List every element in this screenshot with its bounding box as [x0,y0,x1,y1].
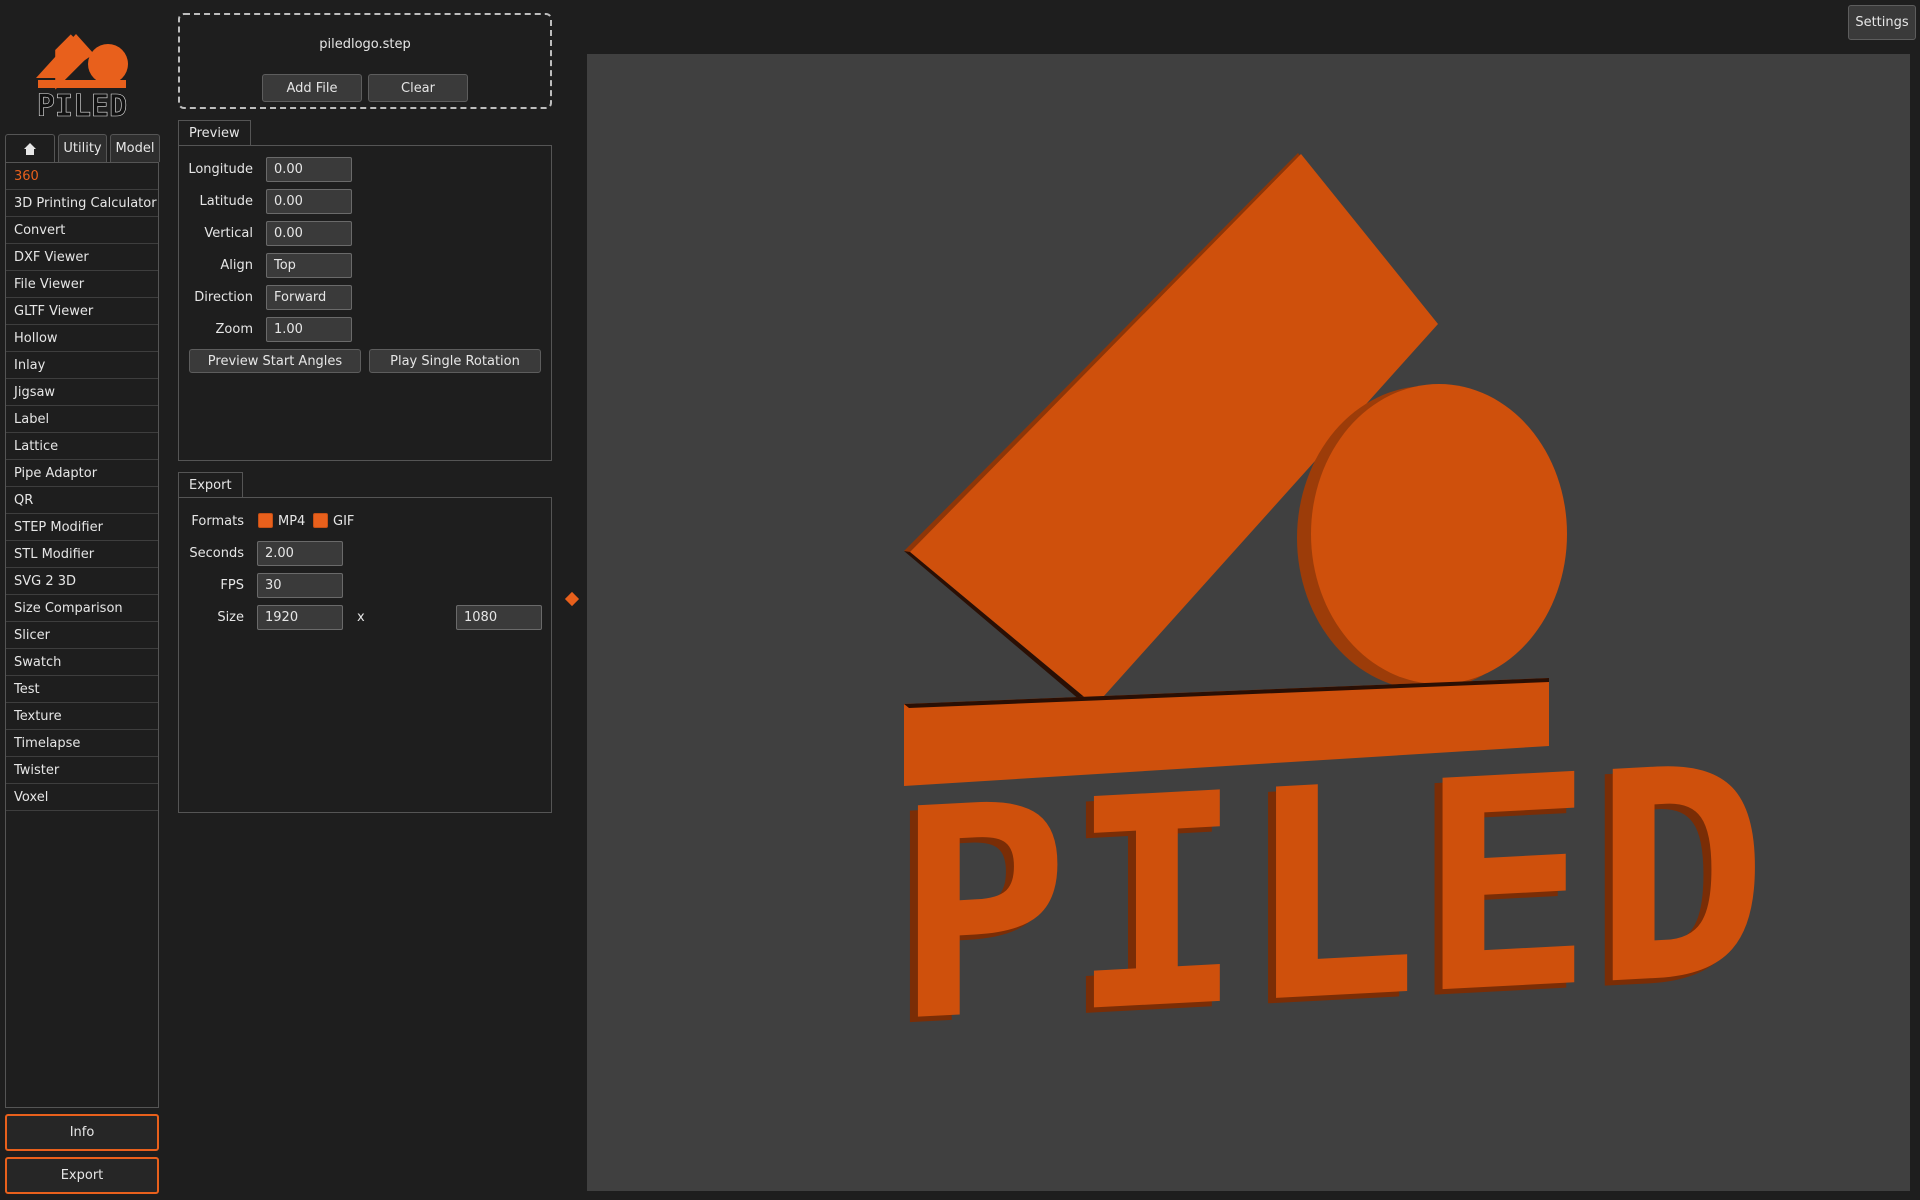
tool-item-gltf-viewer[interactable]: GLTF Viewer [6,298,158,325]
export-button[interactable]: Export [5,1157,159,1194]
tool-item-qr[interactable]: QR [6,487,158,514]
tool-item-slicer[interactable]: Slicer [6,622,158,649]
tool-item-360[interactable]: 360 [6,163,158,190]
gif-checkbox[interactable] [313,513,328,528]
mp4-label: MP4 [278,514,306,529]
mp4-checkbox[interactable] [258,513,273,528]
latitude-label: Latitude [199,194,253,209]
tool-item-3d-printing-calculator[interactable]: 3D Printing Calculator [6,190,158,217]
size-label: Size [217,610,244,625]
tool-list: 360 3D Printing Calculator Convert DXF View… [5,162,159,1108]
logo-text: PILED [37,89,127,118]
seconds-label: Seconds [189,546,244,561]
size-separator: x [357,610,365,625]
latitude-input[interactable] [266,189,352,214]
zoom-label: Zoom [215,322,253,337]
tab-home[interactable] [5,134,55,162]
gif-label: GIF [333,514,355,529]
fps-label: FPS [220,578,244,593]
width-input[interactable] [257,605,343,630]
tool-item-test[interactable]: Test [6,676,158,703]
preview-group: Longitude Latitude Vertical Align Top Di… [178,145,552,461]
export-group-title: Export [178,472,243,497]
seconds-input[interactable] [257,541,343,566]
tool-item-inlay[interactable]: Inlay [6,352,158,379]
preview-group-title: Preview [178,120,251,145]
file-drop-zone[interactable]: piledlogo.step Add File Clear [178,13,552,109]
tab-model[interactable]: Model [110,134,160,162]
vertical-input[interactable] [266,221,352,246]
3d-viewport[interactable]: PILED PILED [587,54,1910,1191]
tool-item-jigsaw[interactable]: Jigsaw [6,379,158,406]
align-label: Align [220,258,253,273]
tool-tabs: Utility Model [5,134,160,162]
fps-input[interactable] [257,573,343,598]
export-group: Formats MP4 GIF Seconds FPS Size x [178,497,552,813]
tool-item-voxel[interactable]: Voxel [6,784,158,811]
zoom-input[interactable] [266,317,352,342]
info-button[interactable]: Info [5,1114,159,1151]
tool-item-twister[interactable]: Twister [6,757,158,784]
tool-item-convert[interactable]: Convert [6,217,158,244]
tool-item-step-modifier[interactable]: STEP Modifier [6,514,158,541]
file-name: piledlogo.step [319,37,411,52]
tool-item-hollow[interactable]: Hollow [6,325,158,352]
settings-button[interactable]: Settings [1848,5,1916,40]
tool-item-size-comparison[interactable]: Size Comparison [6,595,158,622]
vertical-label: Vertical [204,226,253,241]
play-single-rotation-button[interactable]: Play Single Rotation [369,349,541,373]
splitter-handle[interactable] [564,591,580,607]
tool-item-svg-2-3d[interactable]: SVG 2 3D [6,568,158,595]
add-file-button[interactable]: Add File [262,74,362,102]
tool-item-timelapse[interactable]: Timelapse [6,730,158,757]
tool-item-swatch[interactable]: Swatch [6,649,158,676]
piled-logo-model: PILED PILED [887,153,1768,1092]
preview-start-angles-button[interactable]: Preview Start Angles [189,349,361,373]
clear-button[interactable]: Clear [368,74,468,102]
height-input[interactable] [456,605,542,630]
tool-item-dxf-viewer[interactable]: DXF Viewer [6,244,158,271]
tool-item-stl-modifier[interactable]: STL Modifier [6,541,158,568]
tool-item-texture[interactable]: Texture [6,703,158,730]
tool-item-file-viewer[interactable]: File Viewer [6,271,158,298]
tool-item-lattice[interactable]: Lattice [6,433,158,460]
formats-label: Formats [191,514,244,529]
model-letters: PILED [895,704,1768,1087]
tool-item-label[interactable]: Label [6,406,158,433]
longitude-label: Longitude [188,162,253,177]
home-icon [24,142,36,155]
tool-item-pipe-adaptor[interactable]: Pipe Adaptor [6,460,158,487]
logo-mark-icon: PILED [36,34,128,124]
align-select[interactable]: Top [266,253,352,278]
app-logo: PILED [28,14,132,124]
tab-utility[interactable]: Utility [58,134,107,162]
direction-select[interactable]: Forward [266,285,352,310]
direction-label: Direction [194,290,253,305]
longitude-input[interactable] [266,157,352,182]
